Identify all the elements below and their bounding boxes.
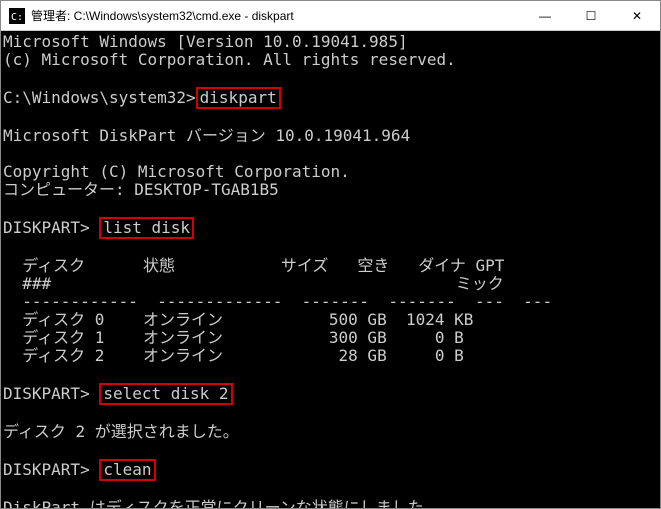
line: ディスク 2 が選択されました。 (3, 422, 239, 441)
close-button[interactable]: ✕ (614, 1, 660, 31)
table-header: ディスク 状態 サイズ 空き ダイナ GPT (3, 256, 504, 275)
prompt: DISKPART> (3, 218, 99, 237)
table-row: ディスク 1 オンライン 300 GB 0 B (3, 328, 464, 347)
prompt: C:\Windows\system32> (3, 88, 196, 107)
svg-text:C:: C: (11, 12, 23, 23)
table-row: ディスク 2 オンライン 28 GB 0 B (3, 346, 464, 365)
line: コンピューター: DESKTOP-TGAB1B5 (3, 180, 279, 199)
line: Microsoft DiskPart バージョン 10.0.19041.964 (3, 126, 410, 145)
titlebar[interactable]: C: 管理者: C:\Windows\system32\cmd.exe - di… (1, 1, 660, 31)
cmd-icon: C: (9, 8, 25, 24)
window-title: 管理者: C:\Windows\system32\cmd.exe - diskp… (31, 7, 294, 24)
command-select-disk: select disk 2 (99, 383, 232, 405)
line: Microsoft Windows [Version 10.0.19041.98… (3, 32, 408, 51)
minimize-button[interactable]: — (522, 1, 568, 31)
prompt: DISKPART> (3, 460, 99, 479)
terminal-output[interactable]: Microsoft Windows [Version 10.0.19041.98… (1, 31, 660, 508)
maximize-button[interactable]: ☐ (568, 1, 614, 31)
line: Copyright (C) Microsoft Corporation. (3, 162, 350, 181)
command-list-disk: list disk (99, 217, 194, 239)
table-header: ### ミック (3, 274, 504, 293)
command-clean: clean (99, 459, 155, 481)
line: DiskPart はディスクを正常にクリーンな状態にしました。 (3, 498, 440, 509)
command-diskpart: diskpart (196, 87, 281, 109)
cmd-window: C: 管理者: C:\Windows\system32\cmd.exe - di… (0, 0, 661, 509)
table-separator: ------------ ------------- ------- -----… (3, 292, 552, 311)
prompt: DISKPART> (3, 384, 99, 403)
line: (c) Microsoft Corporation. All rights re… (3, 50, 456, 69)
table-row: ディスク 0 オンライン 500 GB 1024 KB (3, 310, 473, 329)
